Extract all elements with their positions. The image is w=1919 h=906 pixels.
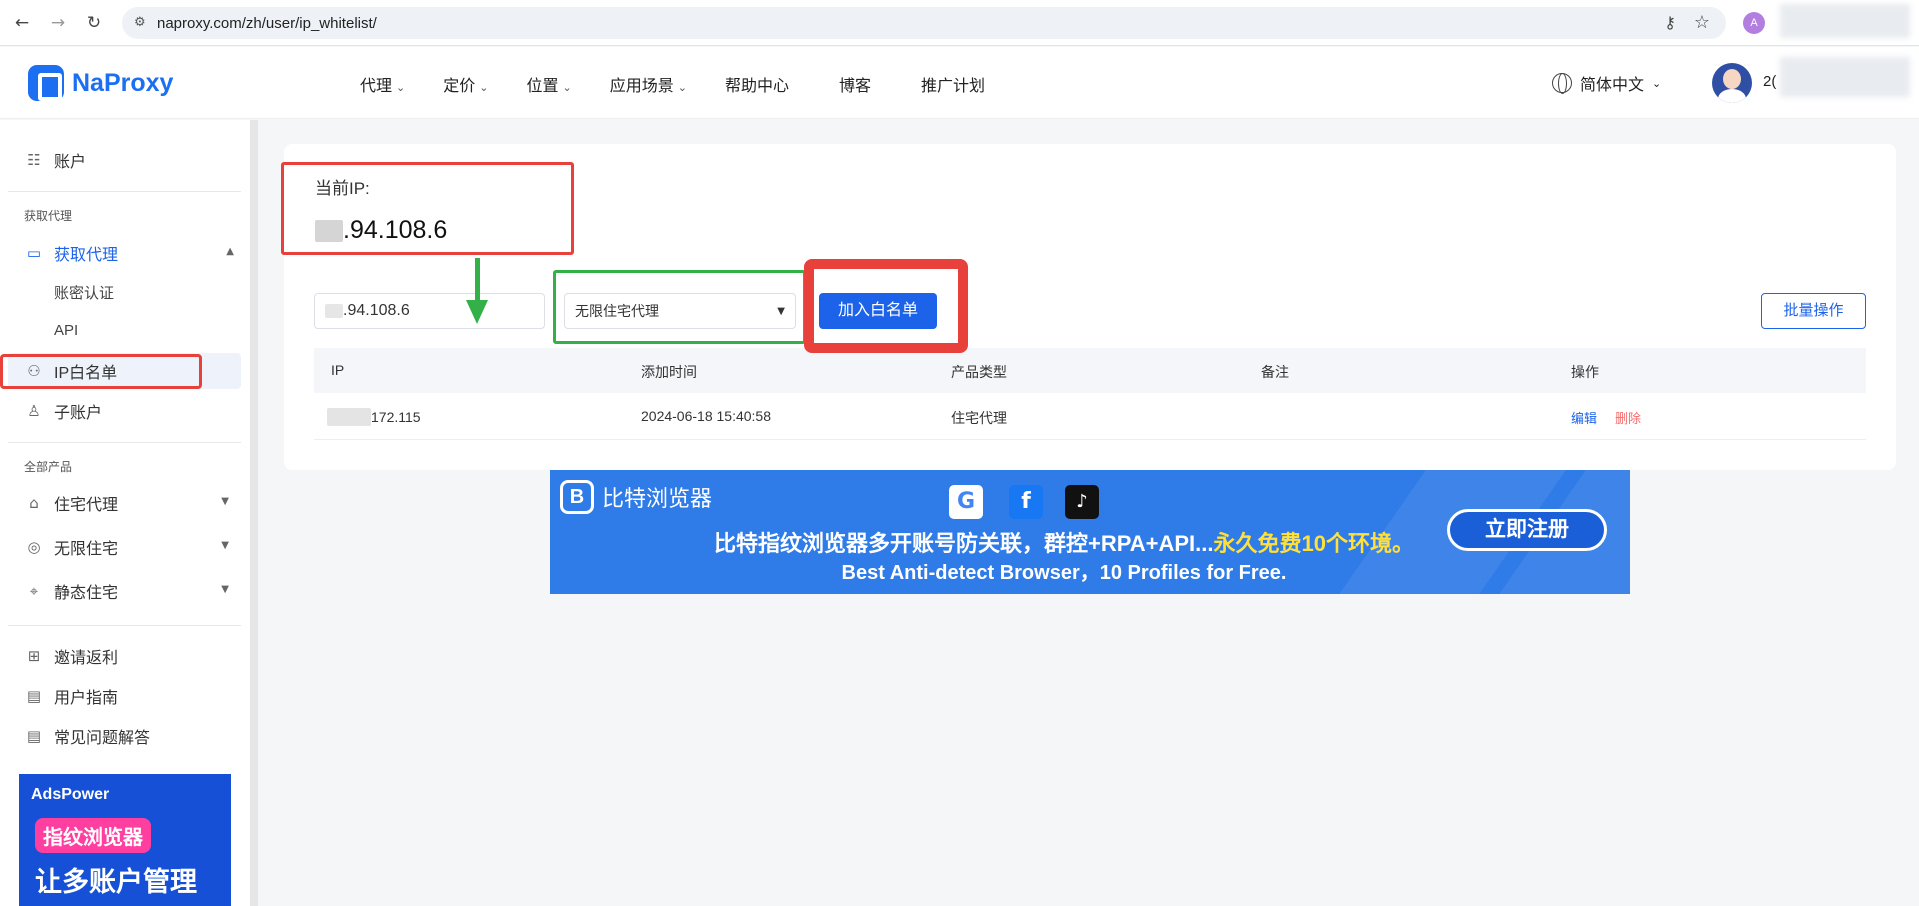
- site-header: NaProxy 代理 ⌄ 定价 ⌄ 位置 ⌄ 应用场景 ⌄ 帮助中心 博客 推广计划 简…: [0, 47, 1919, 119]
- logo-text: NaProxy: [72, 68, 174, 97]
- masked-ip-prefix: [325, 304, 343, 318]
- sidebar-divider: [8, 625, 241, 626]
- sidebar-scrollbar[interactable]: [250, 120, 258, 906]
- profile-avatar[interactable]: A: [1743, 12, 1765, 34]
- banner-subheadline: Best Anti-detect Browser，10 Profiles for…: [841, 562, 1287, 584]
- edit-link[interactable]: 编辑: [1571, 408, 1597, 427]
- chevron-down-icon: ▼: [221, 496, 229, 507]
- column-header: 产品类型: [951, 364, 1007, 380]
- chevron-down-icon: ⌄: [677, 81, 687, 94]
- user-avatar[interactable]: [1712, 63, 1752, 103]
- nav-blog[interactable]: 博客: [839, 72, 871, 96]
- sidebar-divider: [8, 191, 241, 192]
- location-pin-icon: ⌖: [29, 582, 39, 600]
- sidebar-group-products: 全部产品: [24, 460, 73, 474]
- column-header: 备注: [1261, 364, 1289, 380]
- language-label: 简体中文: [1580, 77, 1645, 94]
- url-text[interactable]: naproxy.com/zh/user/ip_whitelist/: [157, 15, 377, 32]
- row-added-time: 2024-06-18 15:40:58: [641, 408, 771, 424]
- nav-locations[interactable]: 位置 ⌄: [526, 72, 571, 96]
- sidebar-group-get-proxy: 获取代理: [24, 209, 73, 223]
- bitbrowser-banner[interactable]: B 比特浏览器 G f ♪ 比特指纹浏览器多开账号防关联，群控+RPA+API.…: [550, 470, 1630, 594]
- batch-operation-button[interactable]: 批量操作: [1761, 293, 1866, 329]
- gift-icon: ⊞: [27, 647, 41, 665]
- document-icon: ▤: [26, 727, 42, 745]
- chevron-down-icon: ▼: [221, 584, 229, 595]
- sidebar-item-get-proxy[interactable]: ▭ 获取代理 ▲: [24, 242, 234, 264]
- table-row: 172.115 2024-06-18 15:40:58 住宅代理 编辑 删除: [314, 393, 1866, 440]
- sidebar-item-faq[interactable]: ▤ 常见问题解答: [24, 725, 150, 747]
- table-header: IP 添加时间 产品类型 备注 操作: [314, 348, 1866, 393]
- sidebar-item-api[interactable]: API: [54, 322, 78, 339]
- address-bar[interactable]: ⚙ naproxy.com/zh/user/ip_whitelist/ ⚷ ☆: [122, 7, 1726, 39]
- monitor-icon: ▭: [26, 244, 42, 262]
- row-product-type: 住宅代理: [951, 410, 1007, 426]
- google-icon: G: [949, 485, 983, 519]
- sidebar-divider: [8, 442, 241, 443]
- globe-icon: [1552, 73, 1572, 94]
- annotation-current-ip-box: [281, 162, 574, 255]
- tiktok-icon: ♪: [1065, 485, 1099, 519]
- ad-brand: AdsPower: [31, 786, 110, 803]
- ad-badge: 指纹浏览器: [35, 818, 151, 853]
- chevron-down-icon: ▼: [221, 540, 229, 551]
- reload-icon[interactable]: ↻: [82, 11, 106, 35]
- browser-toolbar: ← → ↻ ⚙ naproxy.com/zh/user/ip_whitelist…: [0, 0, 1919, 46]
- nav-affiliate[interactable]: 推广计划: [921, 72, 985, 96]
- back-icon[interactable]: ←: [10, 11, 34, 35]
- nav-proxy[interactable]: 代理 ⌄: [360, 72, 405, 96]
- ip-input[interactable]: .94.108.6: [314, 293, 545, 329]
- register-now-button[interactable]: 立即注册: [1447, 509, 1607, 551]
- naproxy-logo-icon: [28, 65, 64, 101]
- delete-link[interactable]: 删除: [1615, 408, 1641, 427]
- document-icon: ▤: [26, 687, 42, 705]
- adspower-ad[interactable]: AdsPower 指纹浏览器 让多账户管理: [19, 774, 231, 906]
- bitbrowser-logo-icon: B: [560, 480, 594, 514]
- password-key-icon[interactable]: ⚷: [1664, 13, 1676, 32]
- site-info-icon[interactable]: ⚙: [134, 15, 150, 31]
- nav-help-center[interactable]: 帮助中心: [725, 72, 789, 96]
- blurred-extension-area: [1780, 4, 1910, 38]
- main-nav: 代理 ⌄ 定价 ⌄ 位置 ⌄ 应用场景 ⌄ 帮助中心 博客 推广计划: [360, 72, 1023, 96]
- chevron-down-icon: ⌄: [479, 81, 489, 94]
- globe-icon: ◎: [27, 538, 41, 556]
- annotation-arrow-down-icon: [466, 300, 488, 324]
- account-icon: ☷: [27, 151, 41, 169]
- sidebar-item-sub-account[interactable]: ♙ 子账户: [24, 400, 102, 422]
- facebook-icon: f: [1009, 485, 1043, 519]
- sidebar-item-auth[interactable]: 账密认证: [54, 282, 114, 303]
- banner-logo: B 比特浏览器: [560, 480, 712, 514]
- naproxy-logo[interactable]: NaProxy: [28, 63, 173, 103]
- annotation-add-button-box: [804, 259, 968, 353]
- user-name[interactable]: 2(: [1763, 73, 1776, 90]
- sidebar-item-static[interactable]: ⌖ 静态住宅 ▼: [24, 580, 229, 602]
- forward-icon[interactable]: →: [46, 11, 70, 35]
- chevron-down-icon: ⌄: [1652, 76, 1662, 90]
- column-header: IP: [331, 362, 345, 378]
- nav-use-cases[interactable]: 应用场景 ⌄: [610, 72, 687, 96]
- sidebar-item-residential[interactable]: ⌂ 住宅代理 ▼: [24, 492, 229, 514]
- annotation-sidebar-box: [0, 354, 202, 389]
- chevron-down-icon: ⌄: [396, 81, 406, 94]
- sidebar-item-invite[interactable]: ⊞ 邀请返利: [24, 645, 118, 667]
- annotation-select-box: [553, 270, 806, 344]
- chevron-down-icon: ⌄: [562, 81, 572, 94]
- ad-headline: 让多账户管理: [35, 867, 197, 897]
- banner-headline: 比特指纹浏览器多开账号防关联，群控+RPA+API...永久免费10个环境。: [713, 531, 1414, 556]
- language-selector[interactable]: 简体中文 ⌄: [1552, 71, 1661, 95]
- nav-pricing[interactable]: 定价 ⌄: [443, 72, 488, 96]
- column-header: 操作: [1571, 364, 1599, 380]
- users-icon: ♙: [27, 402, 41, 420]
- row-ip: 172.115: [327, 408, 421, 426]
- blurred-user-info: [1780, 57, 1910, 97]
- sidebar-item-unlimited[interactable]: ◎ 无限住宅 ▼: [24, 536, 229, 558]
- bookmark-star-icon[interactable]: ☆: [1694, 12, 1710, 33]
- sidebar-item-account[interactable]: ☷ 账户: [24, 149, 86, 171]
- masked-ip-prefix: [327, 408, 371, 426]
- home-icon: ⌂: [29, 494, 39, 512]
- column-header: 添加时间: [641, 364, 697, 380]
- sidebar-item-guide[interactable]: ▤ 用户指南: [24, 685, 118, 707]
- chevron-up-icon: ▲: [226, 246, 234, 257]
